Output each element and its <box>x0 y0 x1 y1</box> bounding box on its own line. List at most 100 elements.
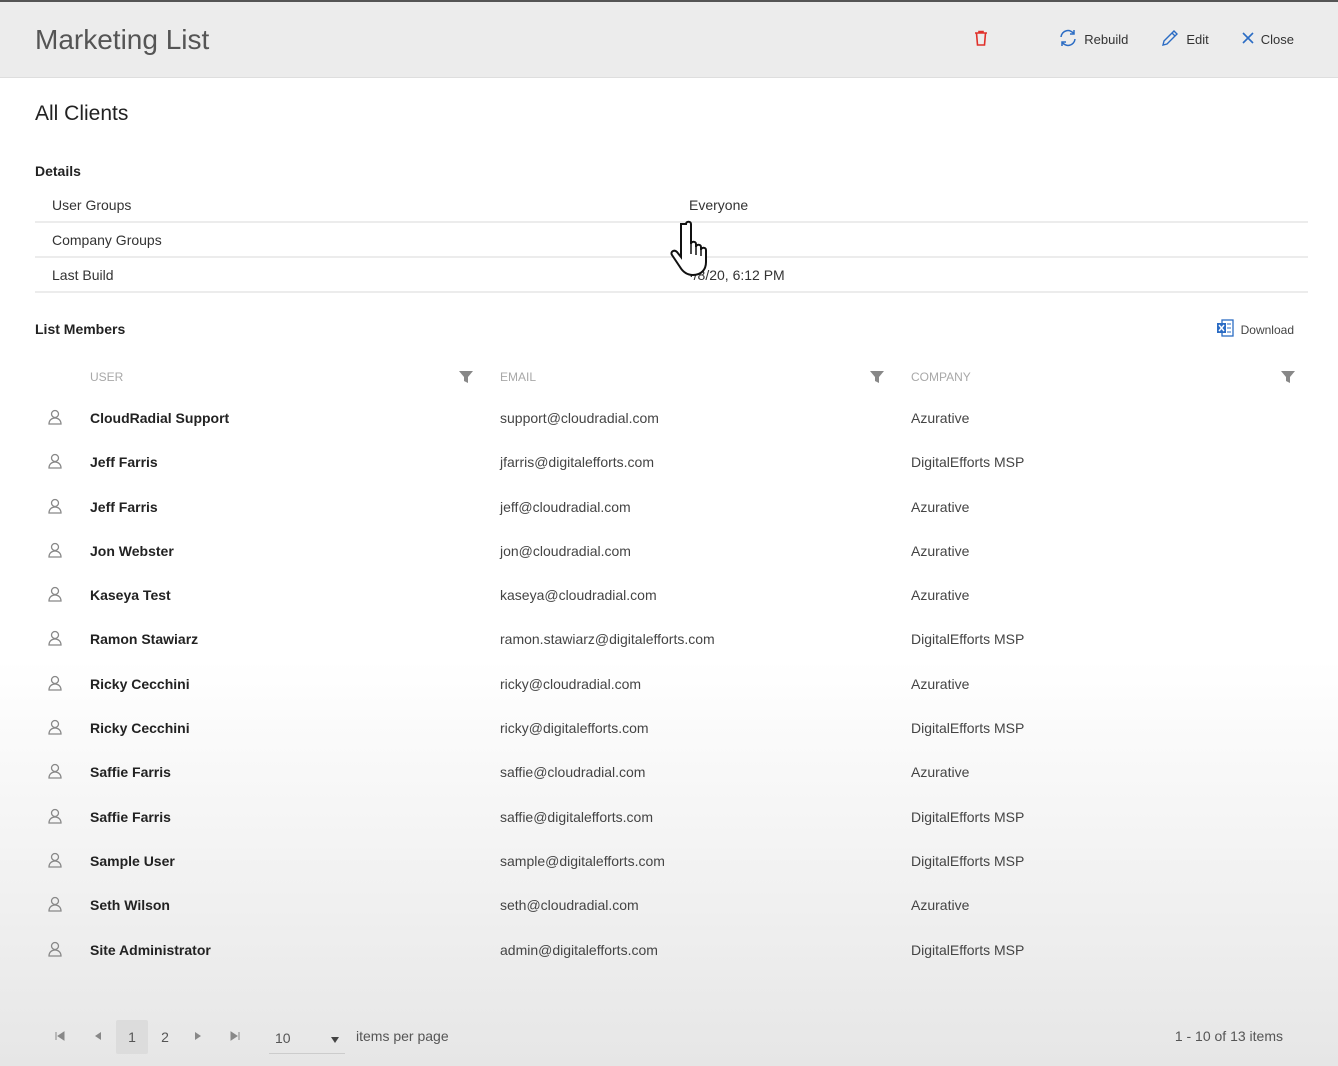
items-per-page-label: items per page <box>356 1028 449 1044</box>
page-title: All Clients <box>35 102 129 125</box>
user-icon <box>48 542 62 561</box>
company-cell: Azurative <box>911 764 970 781</box>
email-cell: seth@cloudradial.com <box>500 897 639 914</box>
company-cell: Azurative <box>911 498 970 515</box>
email-cell: kaseya@cloudradial.com <box>500 587 657 604</box>
page-2-button[interactable]: 2 <box>149 1020 181 1054</box>
column-header-user[interactable]: USER <box>90 370 123 384</box>
detail-value: Everyone <box>689 197 749 213</box>
table-row[interactable]: Ricky Cecchini ricky@cloudradial.com Azura… <box>35 662 1308 706</box>
table-row[interactable]: Ricky Cecchini ricky@digitalefforts.com Di… <box>35 706 1308 750</box>
table-row[interactable]: Saffie Farris saffie@digitalefforts.com Di… <box>35 795 1308 839</box>
page-1-button[interactable]: 1 <box>116 1020 148 1054</box>
rebuild-button[interactable]: Rebuild <box>1058 28 1128 51</box>
table-row[interactable]: Saffie Farris saffie@cloudradial.com Azura… <box>35 750 1308 794</box>
user-name-cell[interactable]: Jeff Farris <box>90 499 158 515</box>
page-size-select[interactable]: 10 <box>269 1022 345 1054</box>
excel-icon <box>1215 318 1241 341</box>
company-cell: Azurative <box>911 675 970 692</box>
user-icon <box>48 630 62 649</box>
download-button[interactable]: Download <box>1215 318 1294 341</box>
user-icon <box>48 941 62 960</box>
company-cell: Azurative <box>911 542 970 559</box>
table-row[interactable]: Sample User sample@digitalefforts.com Digi… <box>35 839 1308 883</box>
user-icon <box>48 498 62 517</box>
user-name-cell[interactable]: Jeff Farris <box>90 454 158 470</box>
rebuild-label: Rebuild <box>1084 32 1129 47</box>
window-title: Marketing List <box>35 24 210 55</box>
user-icon <box>48 675 62 694</box>
edit-label: Edit <box>1186 32 1209 47</box>
detail-key: Company Groups <box>52 232 162 248</box>
company-cell: DigitalEfforts MSP <box>911 852 1025 869</box>
company-cell: DigitalEfforts MSP <box>911 941 1025 958</box>
user-icon <box>48 719 62 738</box>
previous-page-icon <box>94 1031 102 1044</box>
user-name-cell[interactable]: Saffie Farris <box>90 764 171 780</box>
table-row[interactable]: Jon Webster jon@cloudradial.com Azurative <box>35 529 1308 573</box>
table-row[interactable]: Site Administrator admin@digitalefforts.c… <box>35 928 1308 972</box>
details-section-label: Details <box>35 163 81 179</box>
column-header-company[interactable]: COMPANY <box>911 370 971 384</box>
detail-key: Last Build <box>52 267 114 283</box>
user-icon <box>48 808 62 827</box>
first-page-icon <box>55 1030 65 1044</box>
user-name-cell[interactable]: Sample User <box>90 853 175 869</box>
table-row[interactable]: Seth Wilson seth@cloudradial.com Azurative <box>35 883 1308 927</box>
last-page-button[interactable] <box>220 1020 250 1054</box>
email-cell: admin@digitalefforts.com <box>500 941 658 958</box>
page-size-value: 10 <box>275 1029 291 1046</box>
detail-row-user-groups: User Groups Everyone <box>35 188 1308 223</box>
filter-icon[interactable] <box>870 370 884 387</box>
user-icon <box>48 586 62 605</box>
user-icon <box>48 409 62 428</box>
user-name-cell[interactable]: Seth Wilson <box>90 897 170 913</box>
user-name-cell[interactable]: Kaseya Test <box>90 587 171 603</box>
company-cell: Azurative <box>911 410 970 426</box>
user-name-cell[interactable]: Jon Webster <box>90 543 174 559</box>
detail-key: User Groups <box>52 197 132 213</box>
grid-header: USER EMAIL COMPANY <box>35 360 1308 396</box>
table-row[interactable]: Jeff Farris jfarris@digitalefforts.com Dig… <box>35 440 1308 484</box>
email-cell: jon@cloudradial.com <box>500 542 631 559</box>
next-page-button[interactable] <box>183 1020 213 1054</box>
table-row[interactable]: Kaseya Test kaseya@cloudradial.com Azurati… <box>35 573 1308 617</box>
user-name-cell[interactable]: Ricky Cecchini <box>90 676 190 692</box>
user-name-cell[interactable]: CloudRadial Support <box>90 410 229 426</box>
close-label: Close <box>1260 32 1294 47</box>
company-cell: DigitalEfforts MSP <box>911 720 1025 737</box>
grid-body: CloudRadial Support support@cloudradial.c… <box>35 396 1308 972</box>
user-name-cell[interactable]: Ricky Cecchini <box>90 720 190 736</box>
pencil-icon <box>1160 28 1186 51</box>
email-cell: jeff@cloudradial.com <box>500 498 631 515</box>
email-cell: ricky@cloudradial.com <box>500 675 642 692</box>
table-row[interactable]: CloudRadial Support support@cloudradial.c… <box>35 396 1308 440</box>
close-icon <box>1241 31 1261 48</box>
user-name-cell[interactable]: Ramon Stawiarz <box>90 631 198 647</box>
company-cell: DigitalEfforts MSP <box>911 808 1025 825</box>
close-button[interactable]: Close <box>1241 31 1294 48</box>
column-header-email[interactable]: EMAIL <box>500 370 536 384</box>
email-cell: saffie@cloudradial.com <box>500 764 646 781</box>
table-row[interactable]: Ramon Stawiarz ramon.stawiarz@digitaleffo… <box>35 617 1308 661</box>
user-name-cell[interactable]: Saffie Farris <box>90 809 171 825</box>
delete-button[interactable] <box>974 30 994 49</box>
company-cell: Azurative <box>911 587 970 604</box>
filter-icon[interactable] <box>1281 370 1295 387</box>
company-cell: DigitalEfforts MSP <box>911 631 1025 648</box>
email-cell: sample@digitalefforts.com <box>500 852 665 869</box>
user-name-cell[interactable]: Site Administrator <box>90 942 211 958</box>
first-page-button[interactable] <box>45 1020 75 1054</box>
user-icon <box>48 852 62 871</box>
table-row[interactable]: Jeff Farris jeff@cloudradial.com Azurative <box>35 485 1308 529</box>
email-cell: jfarris@digitalefforts.com <box>500 454 654 471</box>
email-cell: saffie@digitalefforts.com <box>500 808 653 825</box>
email-cell: support@cloudradial.com <box>500 410 659 426</box>
next-page-icon <box>194 1031 202 1044</box>
edit-button[interactable]: Edit <box>1160 28 1209 51</box>
previous-page-button[interactable] <box>83 1020 113 1054</box>
header-actions: Rebuild Edit Close <box>974 28 1294 51</box>
members-grid: USER EMAIL COMPANY CloudRadial Support su… <box>35 360 1308 972</box>
filter-icon[interactable] <box>459 370 473 387</box>
hand-cursor-icon <box>670 220 714 283</box>
